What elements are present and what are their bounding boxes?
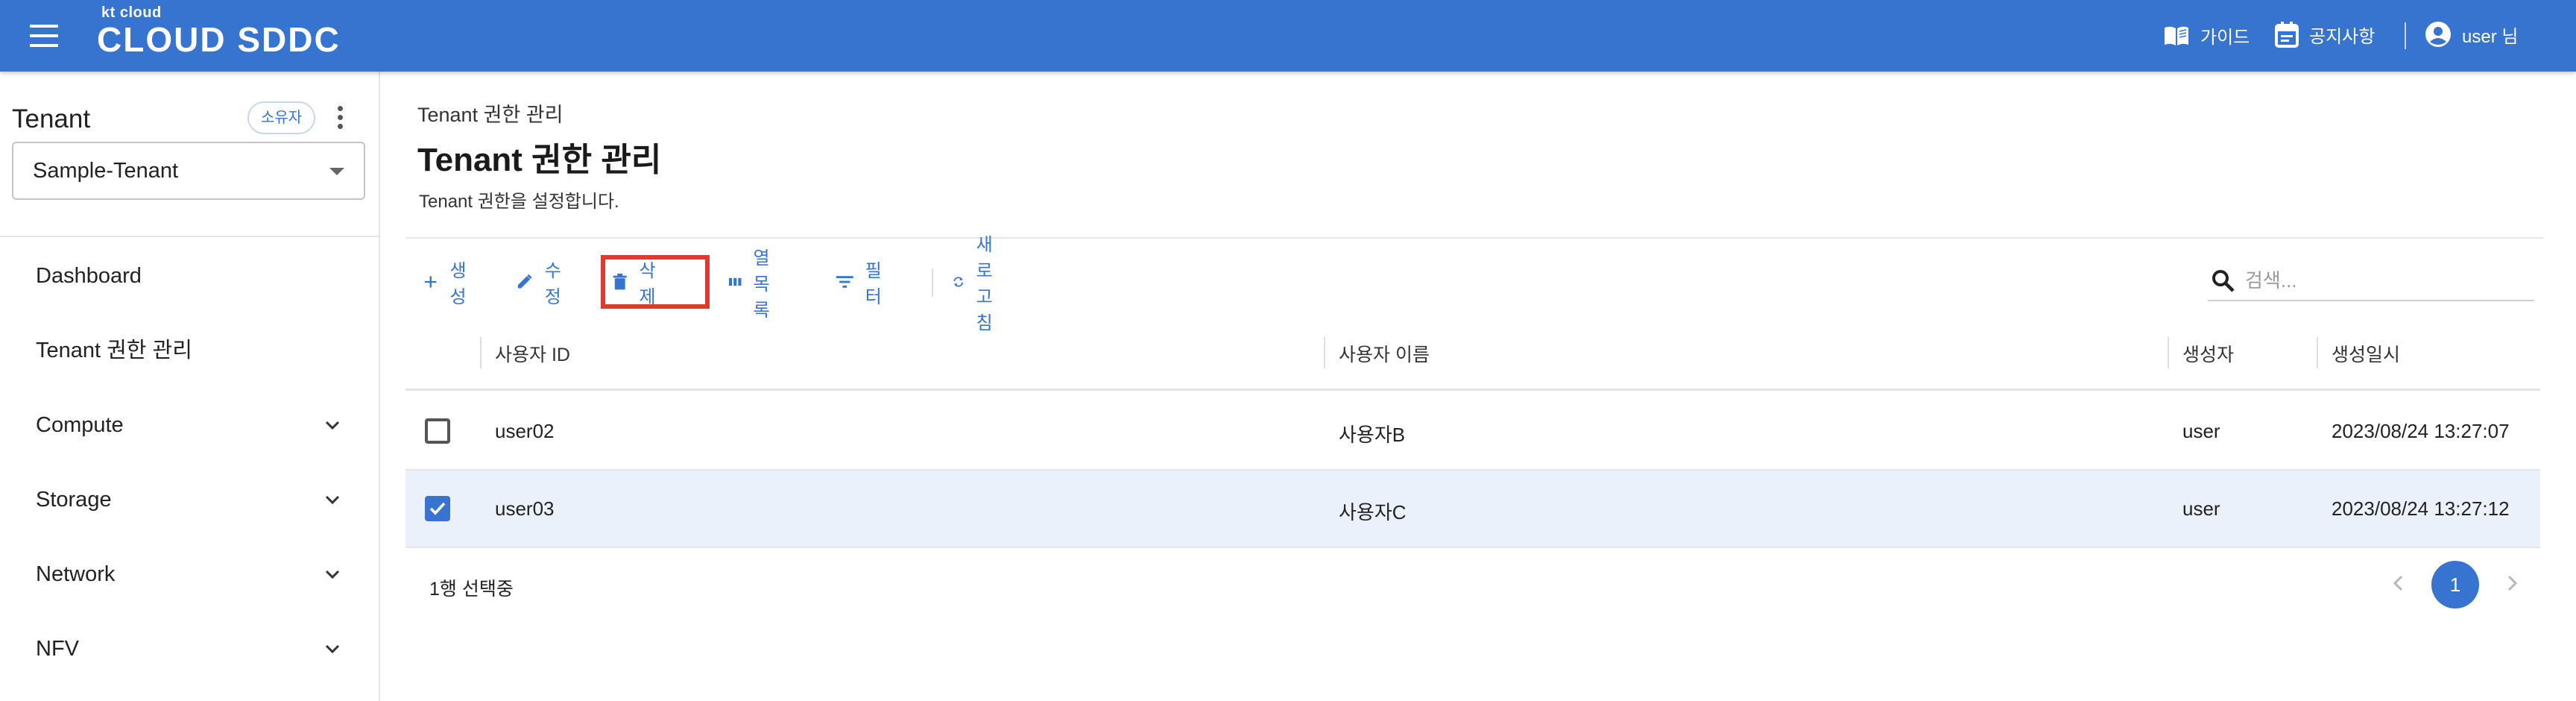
cell-creator: user [2182,420,2220,442]
cell-creator: user [2182,497,2220,520]
chevron-right-icon[interactable] [2501,573,2522,594]
delete-button-highlight [601,255,710,309]
logo[interactable]: kt cloud CLOUD SDDC [97,4,341,58]
account-circle-icon [2425,22,2451,47]
refresh-icon [953,277,964,287]
table-header: 사용자 ID 사용자 이름 생성자 생성일시 [405,316,2540,391]
search-box[interactable] [2208,263,2534,301]
tenant-title: Tenant [12,104,91,133]
columns-button[interactable]: 열 목록 [729,248,781,321]
sidebar-item-storage[interactable]: Storage [36,477,349,522]
column-header-creator[interactable]: 생성자 [2182,340,2234,367]
user-label: user 님 [2462,26,2519,47]
header-divider [2405,22,2406,49]
calendar-icon [2275,22,2299,48]
sidebar-item-nfv[interactable]: NFV [36,626,349,671]
cell-created-at: 2023/08/24 13:27:07 [2332,420,2510,442]
row-checkbox[interactable] [425,496,450,521]
column-separator [2168,337,2169,368]
cell-created-at: 2023/08/24 13:27:12 [2332,497,2510,520]
sidebar-item-label: Tenant 권한 관리 [36,339,192,362]
chevron-down-icon [325,644,340,654]
create-button[interactable]: 생성 [423,260,473,307]
sidebar-item-label: NFV [36,637,79,661]
toolbar-divider [932,268,933,297]
owner-badge: 소유자 [247,101,316,134]
logo-small-text: kt cloud [101,4,162,21]
check-icon [429,502,446,515]
user-menu[interactable]: user 님 [2425,21,2518,48]
edit-label: 수정 [544,261,561,307]
sidebar-item-label: Dashboard [36,264,142,288]
tenant-select-value: Sample-Tenant [33,159,179,183]
row-checkbox[interactable] [425,418,450,444]
sidebar-item-label: Compute [36,413,124,437]
sidebar-item-network[interactable]: Network [36,552,349,597]
cell-user-id: user02 [495,420,555,442]
table-row[interactable]: user03 사용자C user 2023/08/24 13:27:12 [405,471,2540,548]
pencil-icon [517,274,532,289]
column-header-user-id[interactable]: 사용자 ID [495,340,570,367]
breadcrumb: Tenant 권한 관리 [417,104,564,126]
notice-link[interactable]: 공지사항 [2275,21,2375,48]
refresh-button[interactable]: 새로고침 [953,235,1006,333]
column-separator [1324,337,1325,368]
sidebar-divider [0,236,379,237]
dropdown-arrow-icon [329,168,344,175]
view-column-icon [729,277,742,286]
sidebar-item-dashboard[interactable]: Dashboard [36,254,349,298]
column-separator [480,337,482,368]
chevron-down-icon [325,495,340,505]
plus-icon [425,276,437,288]
tenant-select[interactable]: Sample-Tenant [12,142,365,200]
sidebar-item-label: Storage [36,488,112,512]
sidebar-item-compute[interactable]: Compute [36,403,349,447]
page-title: Tenant 권한 관리 [417,142,662,178]
cell-user-id: user03 [495,497,555,520]
guide-link[interactable]: 가이드 [2163,22,2250,48]
cell-user-name: 사용자B [1339,424,1406,446]
table-row[interactable]: user02 사용자B user 2023/08/24 13:27:07 [405,393,2540,471]
filter-label: 필터 [865,261,882,307]
columns-label: 열 목록 [753,248,770,321]
column-header-user-name[interactable]: 사용자 이름 [1339,340,1430,367]
content-divider [405,237,2543,239]
column-separator [2317,337,2318,368]
search-input[interactable] [2245,267,2528,294]
notice-label: 공지사항 [2309,26,2375,47]
sidebar: Tenant 소유자 Sample-Tenant Dashboard Tenan… [0,72,380,701]
page-description: Tenant 권한을 설정합니다. [419,192,619,212]
more-vert-icon[interactable] [335,106,344,131]
guide-label: 가이드 [2200,28,2250,48]
sidebar-item-tenant-permissions[interactable]: Tenant 권한 관리 [36,328,349,373]
filter-icon [836,276,853,288]
search-icon [2212,270,2235,292]
menu-icon[interactable] [30,25,58,47]
column-header-created-at[interactable]: 생성일시 [2332,340,2400,367]
edit-button[interactable]: 수정 [516,260,568,307]
chevron-left-icon[interactable] [2388,573,2409,594]
logo-main-text: CLOUD SDDC [97,20,341,59]
chevron-down-icon [325,421,340,430]
chevron-down-icon [325,570,340,579]
top-app-bar: kt cloud CLOUD SDDC 가이드 공지사항 user 님 [0,0,2576,72]
create-label: 생성 [449,261,467,307]
cell-user-name: 사용자C [1339,501,1407,524]
filter-button[interactable]: 필터 [836,260,888,307]
pagination-page-button[interactable]: 1 [2431,561,2479,609]
book-icon [2165,26,2188,45]
sidebar-item-label: Network [36,562,116,586]
selected-row-count: 1행 선택중 [429,579,514,600]
